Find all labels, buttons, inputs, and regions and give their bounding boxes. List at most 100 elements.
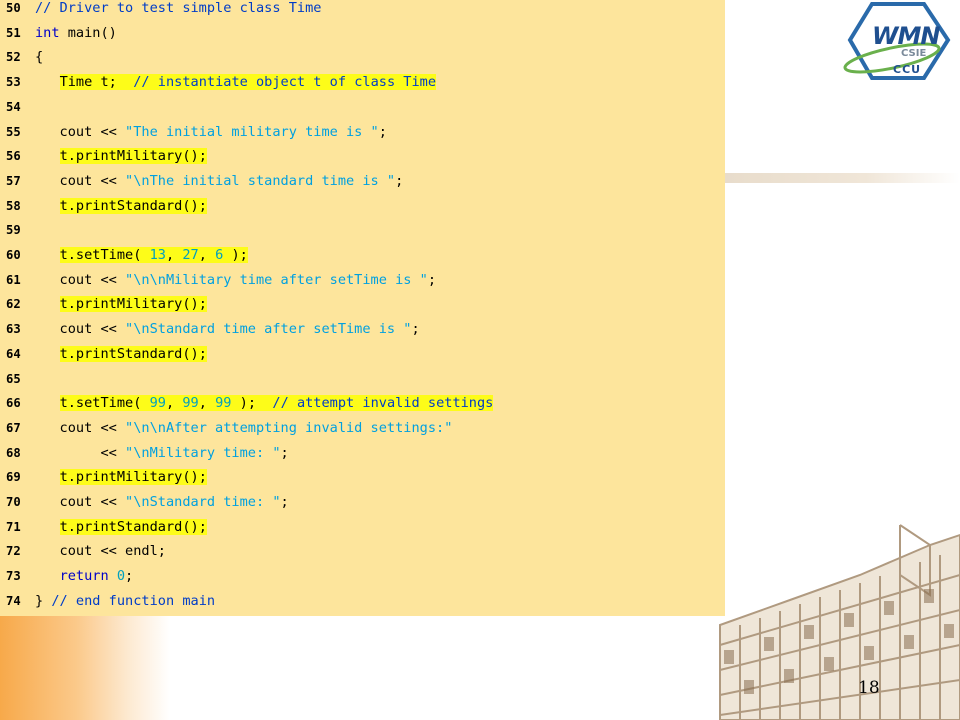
code-token-plain: t.printMilitary(); (59, 469, 207, 486)
code-token-plain: cout << (35, 172, 126, 189)
code-token-string: "The initial military time is " (125, 123, 379, 140)
code-token-plain: main() (59, 24, 117, 41)
line-number: 70 (6, 495, 21, 509)
code-text: Time t; // instantiate object t of class… (35, 74, 437, 91)
code-token-number: 13 (149, 247, 166, 263)
line-number: 66 (6, 396, 21, 411)
code-text: << "\nMilitary time: "; (35, 444, 289, 461)
code-token-plain: , (198, 395, 216, 412)
code-text: t.printStandard(); (35, 518, 207, 535)
code-token-plain: << (35, 444, 126, 461)
code-token-plain: , (165, 395, 183, 412)
code-line: 54 (0, 99, 725, 124)
code-token-plain: t.setTime( (59, 395, 150, 412)
code-token-keyword: int (35, 24, 60, 41)
line-number: 73 (6, 569, 21, 584)
logo-subtitle: CSIE (901, 48, 927, 59)
code-token-plain: ; (280, 494, 289, 510)
line-number: 68 (6, 445, 21, 460)
code-text: t.printMilitary(); (35, 148, 207, 165)
code-token-number: 0 (116, 568, 126, 585)
code-token-plain: t.printStandard(); (59, 345, 207, 362)
code-text: t.printMilitary(); (35, 296, 207, 313)
line-number: 71 (6, 519, 21, 534)
line-number: 52 (6, 50, 21, 65)
code-line: 52 { (0, 49, 725, 74)
code-token-plain: { (35, 49, 44, 66)
code-token-plain: cout << (35, 494, 126, 510)
code-listing: 50 // Driver to test simple class Time 51 i… (0, 0, 725, 616)
code-token-plain: ; (427, 271, 437, 288)
code-token-plain: ; (411, 321, 420, 338)
code-token-plain: cout << (35, 123, 126, 140)
logo-org: CCU (893, 63, 922, 76)
code-token-number: 99 (182, 395, 199, 412)
line-number: 69 (6, 470, 21, 485)
code-text: cout << "The initial military time is "; (35, 124, 387, 140)
code-line: 71 t.printStandard(); (0, 518, 725, 544)
code-line: 70 cout << "\nStandard time: "; (0, 494, 725, 519)
code-token-string: "\n\nAfter attempting invalid settings:" (125, 419, 453, 436)
line-number: 61 (6, 272, 21, 287)
line-number: 56 (6, 149, 21, 164)
code-token-number: 99 (149, 395, 166, 412)
code-line: 72 cout << endl; (0, 543, 725, 568)
line-number: 50 (6, 1, 21, 15)
code-token-plain: cout << (35, 419, 126, 436)
code-token-plain: ; (280, 444, 289, 461)
code-text: } // end function main (35, 593, 215, 609)
code-token-string: "\nStandard time after setTime is " (125, 321, 412, 338)
line-number: 57 (6, 173, 21, 188)
code-line: 64 t.printStandard(); (0, 345, 725, 371)
code-text: cout << "\nStandard time: "; (35, 494, 289, 510)
code-token-plain: cout << (35, 271, 126, 288)
code-token-plain: t.printStandard(); (59, 518, 207, 535)
code-token-keyword: return (59, 568, 109, 585)
line-number: 59 (6, 223, 21, 238)
code-token-plain: cout << (35, 321, 126, 338)
code-token-comment: // instantiate object t of class Time (133, 74, 437, 91)
code-text: int main() (35, 25, 117, 41)
code-text: t.printStandard(); (35, 197, 207, 214)
code-line: 62 t.printMilitary(); (0, 296, 725, 321)
code-token-string: "\n\nMilitary time after setTime is " (125, 271, 428, 288)
code-line: 63 cout << "\nStandard time after setTim… (0, 321, 725, 346)
code-line: 57 cout << "\nThe initial standard time … (0, 173, 725, 198)
code-line: 67 cout << "\n\nAfter attempting invalid… (0, 420, 725, 445)
code-line: 65 (0, 371, 725, 396)
line-number: 65 (6, 371, 21, 386)
building-illustration (719, 524, 960, 720)
decorative-streak (724, 173, 960, 183)
code-text: t.printStandard(); (35, 345, 207, 362)
code-token-plain: t.printMilitary(); (59, 296, 207, 313)
code-token-string: "\nThe initial standard time is " (125, 172, 396, 189)
code-text: t.setTime( 13, 27, 6 ); (35, 247, 248, 263)
line-number: 53 (6, 75, 21, 90)
code-token-comment: // attempt invalid settings (272, 395, 494, 412)
code-line: 69 t.printMilitary(); (0, 469, 725, 494)
code-token-plain: , (165, 247, 183, 263)
code-token-plain: ); (231, 395, 273, 412)
code-text: t.printMilitary(); (35, 469, 207, 486)
code-token-plain: } (35, 592, 52, 609)
code-line: 61 cout << "\n\nMilitary time after setT… (0, 272, 725, 297)
logo-title: WMN (872, 22, 940, 50)
code-line: 51 int main() (0, 25, 725, 50)
code-token-comment: // Driver to test simple class Time (35, 0, 322, 16)
code-token-plain: ; (378, 123, 387, 140)
code-line: 53 Time t; // instantiate object t of cl… (0, 74, 725, 99)
code-line: 59 (0, 222, 725, 247)
code-text: // Driver to test simple class Time (35, 0, 321, 16)
line-number: 72 (6, 544, 21, 559)
code-text: { (35, 49, 43, 65)
code-token-plain: t.printStandard(); (59, 197, 207, 214)
line-number: 60 (6, 248, 21, 262)
code-line: 73 return 0; (0, 568, 725, 593)
page-number: 18 (858, 678, 880, 698)
code-text: cout << "\n\nMilitary time after setTime… (35, 271, 437, 288)
